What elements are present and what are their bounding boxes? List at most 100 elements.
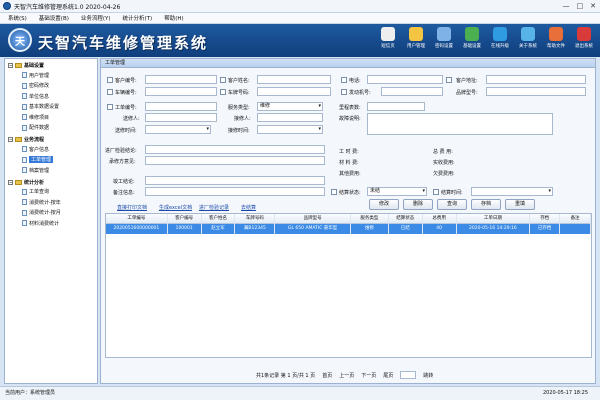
query-button[interactable]: 查询 bbox=[437, 199, 467, 210]
remark-input[interactable] bbox=[145, 187, 325, 196]
menu-help[interactable]: 帮助(H) bbox=[164, 14, 183, 22]
tree-item[interactable]: 客户信息 bbox=[5, 144, 97, 155]
completion-input[interactable] bbox=[145, 176, 325, 185]
column-header[interactable]: 客户姓名 bbox=[202, 213, 236, 224]
toolbar-button-3[interactable]: 基础设置 bbox=[460, 27, 484, 49]
toolbar-button-0[interactable]: 短信页 bbox=[376, 27, 400, 49]
inspection-record-link[interactable]: 进厂检验记录 bbox=[199, 204, 229, 211]
send-time-picker[interactable] bbox=[145, 125, 211, 134]
maximize-button[interactable]: □ bbox=[577, 2, 584, 10]
column-header[interactable]: 工单日期 bbox=[457, 213, 531, 224]
archive-button[interactable]: 存档 bbox=[471, 199, 501, 210]
print-document-link[interactable]: 直接打印文档 bbox=[117, 204, 147, 211]
page-number-input[interactable] bbox=[400, 371, 417, 379]
menu-system[interactable]: 系统(S) bbox=[8, 14, 27, 22]
table-cell: 2020051600000001 bbox=[106, 224, 168, 234]
table-cell: 40 bbox=[423, 224, 457, 234]
tree-item[interactable]: 用户管理 bbox=[5, 70, 97, 81]
mileage-input[interactable] bbox=[367, 102, 425, 111]
minimize-button[interactable]: — bbox=[563, 2, 570, 10]
toolbar-button-7[interactable]: 退出系统 bbox=[572, 27, 596, 49]
customer-name-input[interactable] bbox=[257, 75, 331, 84]
reset-button[interactable]: 重填 bbox=[505, 199, 535, 210]
toolbar-button-5[interactable]: 关于系统 bbox=[516, 27, 540, 49]
customer-address-checkbox[interactable] bbox=[446, 77, 452, 83]
window-title: 天智汽车维修管理系统1.0 2020-04-26 bbox=[14, 3, 121, 11]
tree-item[interactable]: 密码修改 bbox=[5, 81, 97, 92]
column-header[interactable]: 服务类型 bbox=[351, 213, 389, 224]
tree-category-2[interactable]: − 统计分析 bbox=[5, 178, 97, 187]
settle-time-checkbox[interactable] bbox=[433, 189, 439, 195]
tree-item[interactable]: 工单查询 bbox=[5, 187, 97, 198]
toolbar-button-4[interactable]: 在线升级 bbox=[488, 27, 512, 49]
tree-item[interactable]: 档案管理 bbox=[5, 165, 97, 176]
receiver-input[interactable] bbox=[257, 113, 323, 122]
tree-item[interactable]: 维修项目 bbox=[5, 112, 97, 123]
customer-id-input[interactable] bbox=[145, 75, 217, 84]
service-type-select[interactable]: 维修 bbox=[257, 102, 323, 111]
tree-item[interactable]: 单位信息 bbox=[5, 91, 97, 102]
vehicle-id-checkbox[interactable] bbox=[107, 89, 113, 95]
column-header[interactable]: 备注 bbox=[560, 213, 591, 224]
toolbar-button-1[interactable]: 用户管理 bbox=[404, 27, 428, 49]
collapse-icon[interactable]: − bbox=[8, 137, 13, 142]
tree-category-1[interactable]: − 业务流程 bbox=[5, 135, 97, 144]
model-no-input[interactable] bbox=[486, 87, 586, 96]
plate-no-input[interactable] bbox=[257, 87, 331, 96]
menu-statistics[interactable]: 统计分析(T) bbox=[123, 14, 153, 22]
column-header[interactable]: 客户编号 bbox=[168, 213, 202, 224]
settle-link[interactable]: 去结算 bbox=[241, 204, 256, 211]
sender-input[interactable] bbox=[145, 113, 217, 122]
modify-button[interactable]: 修改 bbox=[369, 199, 399, 210]
column-header[interactable]: 结算状态 bbox=[389, 213, 423, 224]
tree-item[interactable]: 消费统计-按月 bbox=[5, 208, 97, 219]
customer-id-checkbox[interactable] bbox=[107, 77, 113, 83]
tree-item[interactable]: 配件数据 bbox=[5, 123, 97, 134]
settle-status-checkbox[interactable] bbox=[331, 189, 337, 195]
toolbar-button-6[interactable]: 帮助文件 bbox=[544, 27, 568, 49]
pager-go[interactable]: 跳转 bbox=[423, 372, 433, 379]
receive-time-picker[interactable] bbox=[257, 125, 323, 134]
pager-next[interactable]: 下一页 bbox=[361, 372, 376, 379]
engine-no-input[interactable] bbox=[381, 87, 443, 96]
menu-base-settings[interactable]: 基础设置(B) bbox=[39, 14, 69, 22]
fault-desc-textarea[interactable] bbox=[367, 113, 553, 135]
table-row[interactable]: 2020051600000001 100001 赵立军 冀B12345 GL 650 A… bbox=[106, 224, 591, 234]
column-header[interactable]: 品牌型号 bbox=[275, 213, 351, 224]
plan-input[interactable] bbox=[145, 156, 325, 165]
customer-address-label: 客户地址: bbox=[456, 78, 478, 84]
menu-business[interactable]: 业务流程(Y) bbox=[81, 14, 111, 22]
tree-item[interactable]: 基本数据设置 bbox=[5, 102, 97, 113]
order-id-input[interactable] bbox=[145, 102, 217, 111]
tree-item[interactable]: 消费统计-按年 bbox=[5, 197, 97, 208]
customer-name-checkbox[interactable] bbox=[220, 77, 226, 83]
tree-item[interactable]: 材料消费统计 bbox=[5, 218, 97, 229]
vehicle-id-input[interactable] bbox=[145, 87, 217, 96]
column-header[interactable]: 总费用 bbox=[423, 213, 457, 224]
collapse-icon[interactable]: − bbox=[8, 179, 13, 185]
pager-first[interactable]: 首页 bbox=[322, 372, 332, 379]
toolbar-button-2[interactable]: 密码设置 bbox=[432, 27, 456, 49]
plate-no-checkbox[interactable] bbox=[220, 89, 226, 95]
phone-input[interactable] bbox=[367, 75, 443, 84]
engine-no-checkbox[interactable] bbox=[341, 89, 347, 95]
order-id-checkbox[interactable] bbox=[107, 104, 113, 110]
column-header[interactable]: 存档 bbox=[530, 213, 561, 224]
delete-button[interactable]: 删除 bbox=[403, 199, 433, 210]
inspection-input[interactable] bbox=[145, 145, 325, 154]
tree-item-label: 维修项目 bbox=[29, 114, 50, 121]
export-excel-link[interactable]: 生成excel文档 bbox=[159, 204, 192, 211]
collapse-icon[interactable]: − bbox=[8, 63, 13, 68]
close-button[interactable]: ✕ bbox=[590, 2, 596, 10]
pager-prev[interactable]: 上一页 bbox=[339, 372, 354, 379]
settle-status-select[interactable]: 未结 bbox=[367, 187, 427, 196]
settle-time-picker[interactable] bbox=[471, 187, 553, 196]
tree-category-0[interactable]: − 基础设置 bbox=[5, 61, 97, 70]
pager-last[interactable]: 尾页 bbox=[383, 372, 393, 379]
tree-item-label: 材料消费统计 bbox=[29, 220, 60, 227]
tree-item[interactable]: 工单管理 bbox=[5, 155, 97, 166]
column-header[interactable]: 工单编号 bbox=[106, 213, 168, 224]
column-header[interactable]: 车牌号码 bbox=[235, 213, 276, 224]
customer-address-input[interactable] bbox=[486, 75, 586, 84]
phone-checkbox[interactable] bbox=[341, 77, 347, 83]
